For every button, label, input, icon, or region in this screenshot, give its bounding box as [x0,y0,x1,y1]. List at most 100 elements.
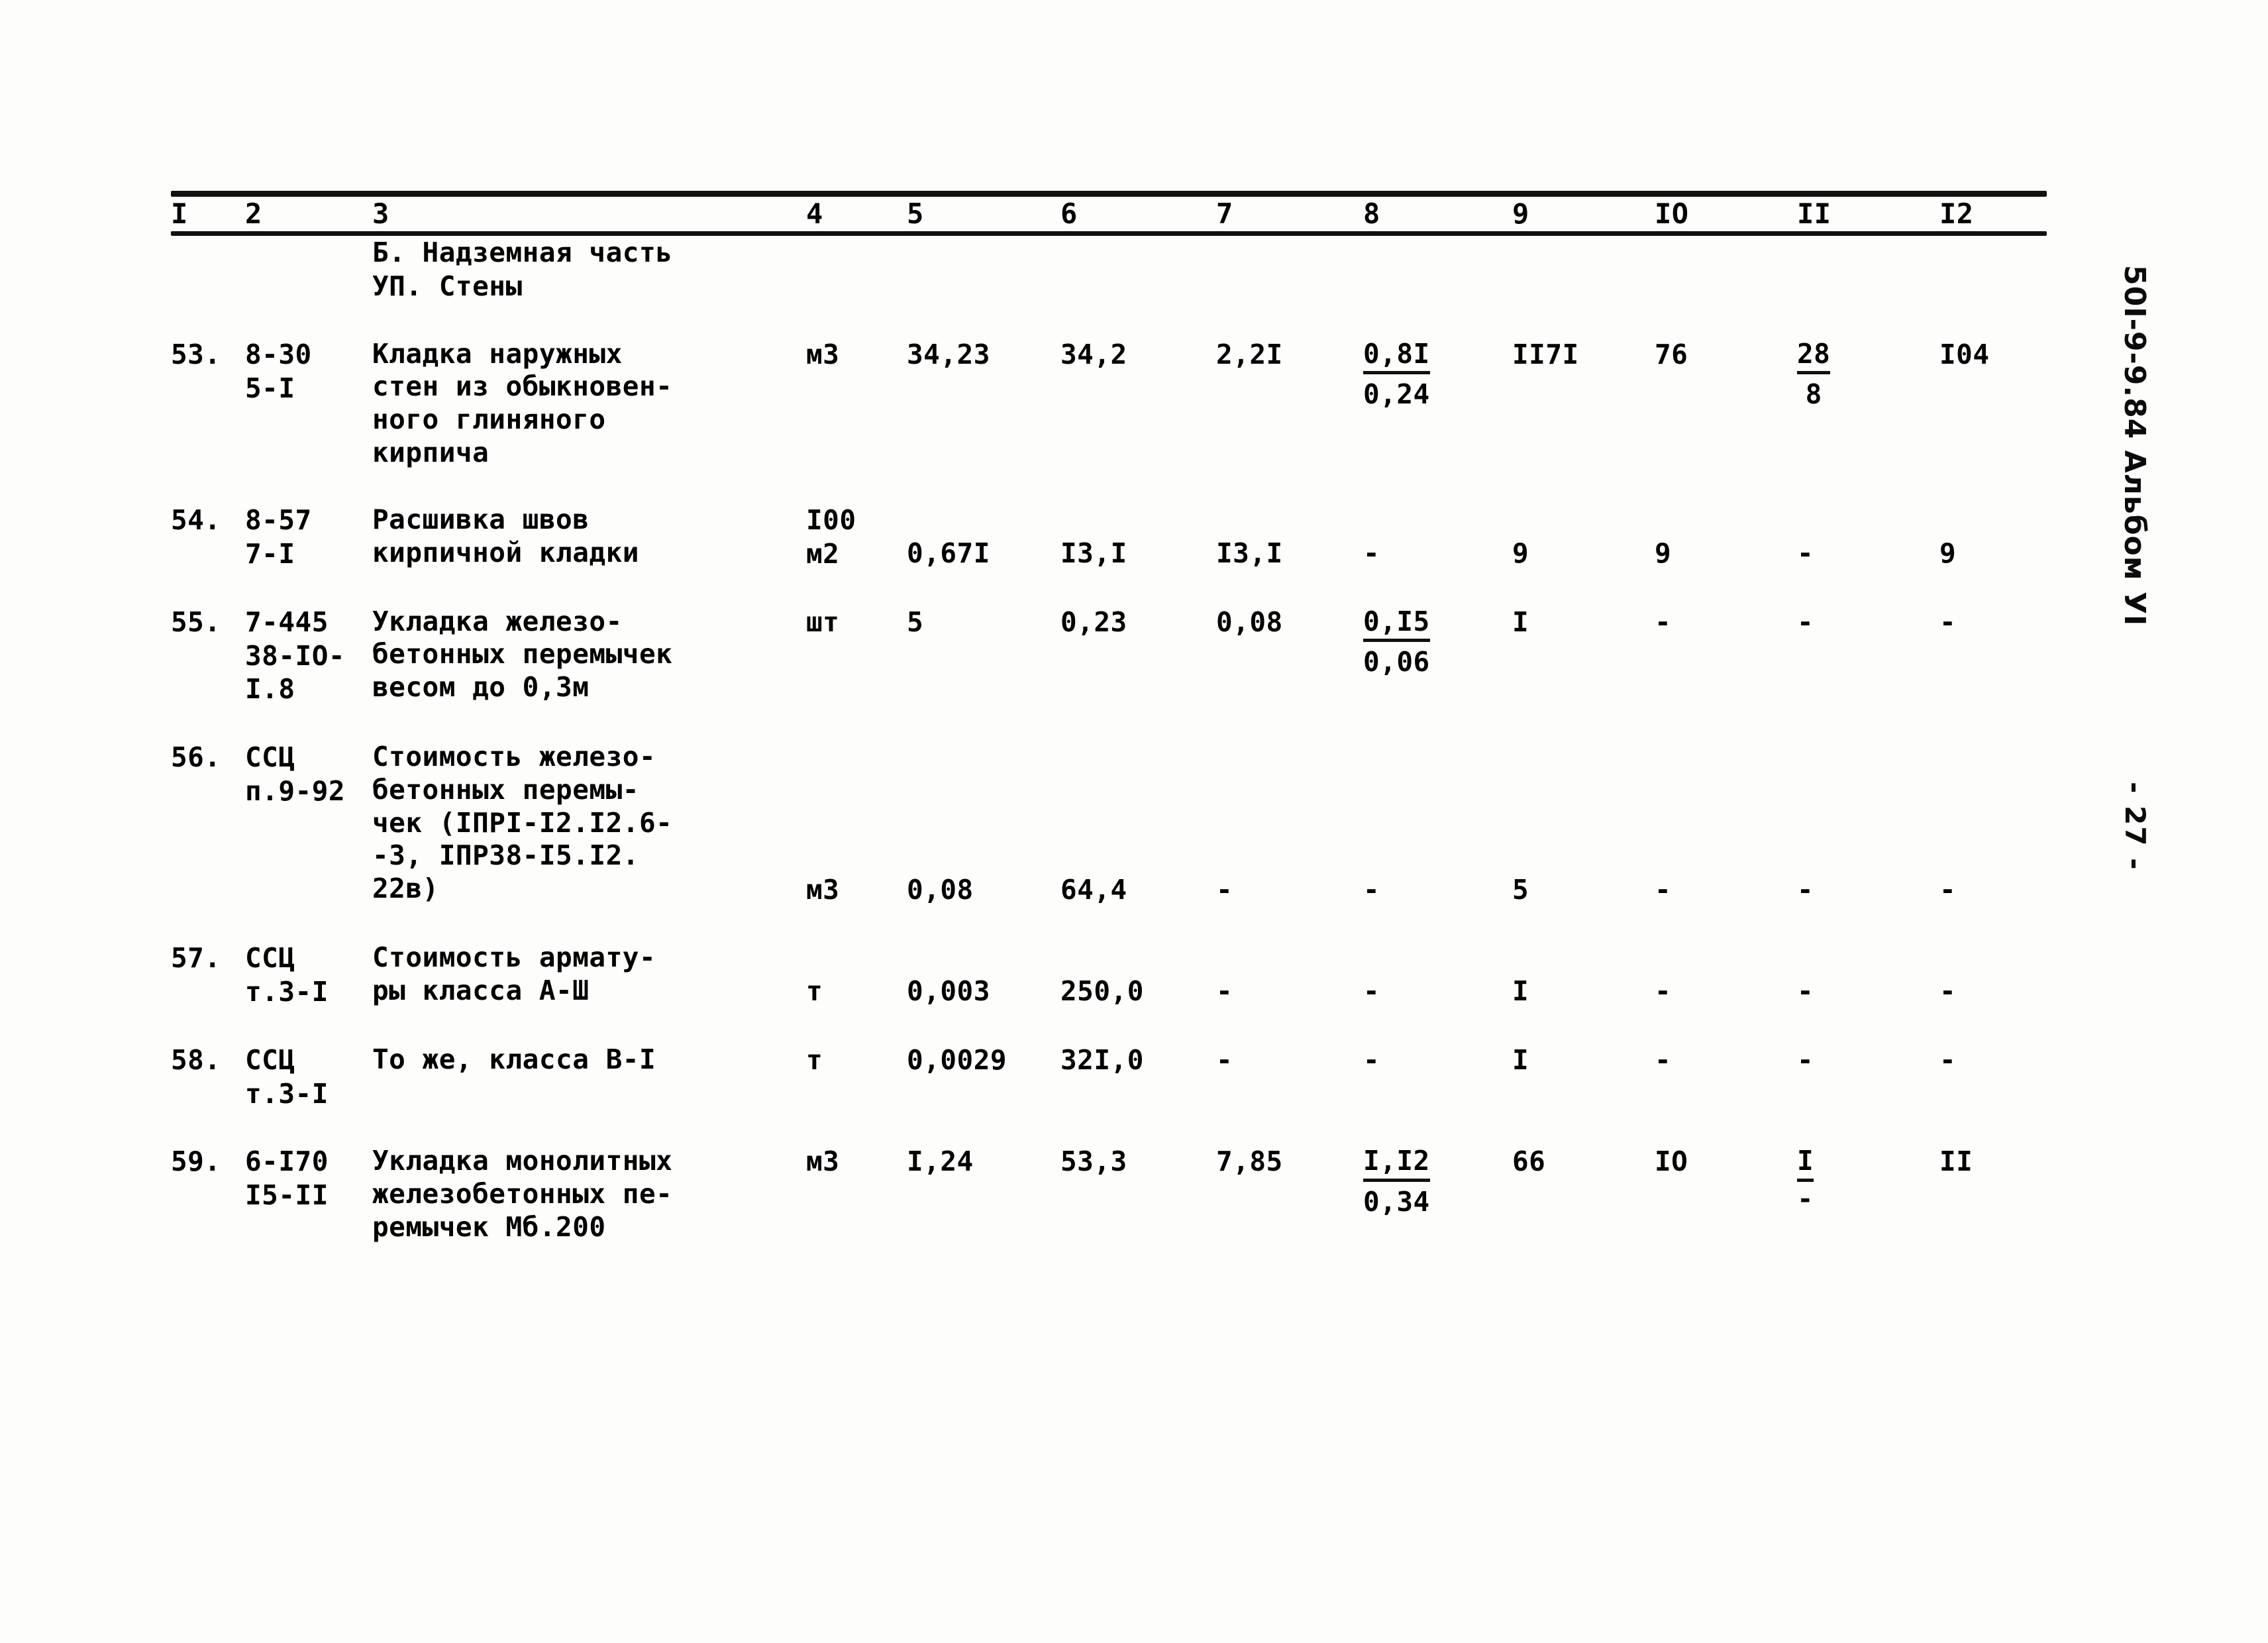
spacer-row [171,1110,2047,1145]
row-col9: I [1512,941,1655,1009]
fraction-numerator: 28 [1797,338,1831,374]
row-col6: 32I,0 [1060,1043,1144,1076]
row-code-line: 8-30 [245,338,312,370]
row-code-line: 8-57 [245,504,312,537]
row-col9: I [1512,1043,1529,1076]
desc-line: кирпичной кладки [372,536,639,568]
row-number: 56. [171,741,221,774]
row-col10: - [1655,606,1672,638]
row-code: ССЦ т.3-I [245,1043,372,1111]
row-col5: 34,23 [907,338,990,370]
section-title-nadzemnaya: Б. Надземная часть [372,237,673,269]
row-code: ССЦ т.3-I [245,941,372,1009]
row-code-line: I.8 [245,673,295,706]
column-header-7: 7 [1216,197,1233,230]
fraction-numerator: I,I2 [1363,1145,1430,1182]
fraction-denominator: 0,06 [1363,646,1430,678]
row-col8: 0,8I 0,24 [1363,338,1512,469]
desc-line: Расшивка швов [372,504,590,536]
row-col11: I - [1797,1145,1939,1244]
fraction-denominator: - [1797,1183,1814,1214]
row-col9: I [1512,606,1529,638]
row-col12-value: 9 [1939,537,1957,570]
row-code-line: п.9-92 [245,775,346,808]
spacer-row [171,571,2047,606]
row-col6: I3,I [1060,504,1216,571]
section-title-steny: УП. Стены [372,270,523,302]
table-row[interactable]: 58. ССЦ т.3-I То же, класса В-I т 0,0029… [171,1043,2047,1111]
row-unit: т [806,1043,823,1076]
row-col6: 34,2 [1060,338,1127,370]
row-description: Стоимость армату- ры класса А-Ш [372,941,806,1009]
row-col11-value: - [1797,537,1814,570]
desc-line: стен из обыкновен- [372,370,673,403]
row-col7: - [1216,741,1363,907]
row-col11: - [1797,741,1939,907]
row-col8: - [1363,1043,1380,1076]
row-unit-value: т [806,975,823,1008]
row-col10-value: 9 [1655,537,1672,570]
row-code-line: ССЦ [245,942,295,975]
row-unit: м3 [806,1145,840,1178]
table-row[interactable]: 57. ССЦ т.3-I Стоимость армату- ры класс… [171,941,2047,1009]
row-col12: II [1939,1145,1973,1178]
row-number: 57. [171,942,221,975]
row-col12-value: - [1939,975,1957,1008]
row-col11: - [1797,504,1939,571]
row-col12: - [1939,606,1957,638]
row-col8: - [1363,504,1512,571]
row-col5: I,24 [907,1145,974,1178]
desc-line: бетонных перемычек [372,638,673,670]
row-col11: - [1797,941,1939,1009]
fraction-denominator: 0,24 [1363,378,1430,410]
table-top-rule [171,191,2047,197]
row-col9-value: 9 [1512,537,1529,570]
row-col5-value: 0,003 [907,975,990,1008]
desc-line: Кладка наружных [372,337,623,370]
row-col7: I3,I [1216,504,1363,571]
row-col8: - [1363,941,1512,1009]
row-code-line: ССЦ [245,1043,295,1076]
row-col10-value: - [1655,874,1672,906]
row-col11: 28 8 [1797,338,1939,469]
row-code-line: 7-445 [245,606,329,638]
column-header-10: IO [1655,197,1689,230]
table-row[interactable]: 56. ССЦ п.9-92 Стоимость железо- бетонны… [171,741,2047,907]
table-row[interactable]: 54. 8-57 7-I Расшивка швов кирпичной кла… [171,504,2047,571]
row-col5: 0,67I [907,504,1060,571]
row-code-line: 38-IO- [245,639,346,672]
row-unit: м3 [806,338,840,370]
desc-line: Стоимость железо- [372,741,656,773]
desc-line: -3, IПР38-I5.I2. [372,839,639,872]
row-col11: - [1797,606,1814,638]
row-number: 55. [171,606,221,638]
row-code: 6-I70 I5-II [245,1145,372,1244]
fraction-value: 0,8I 0,24 [1363,338,1430,411]
row-col7-value: - [1216,975,1233,1008]
column-header-12: I2 [1939,197,1974,230]
row-code: 8-57 7-I [245,504,372,571]
row-col12: - [1939,741,2047,907]
row-col6: 250,0 [1060,941,1216,1009]
row-col10: IO [1655,1145,1688,1178]
row-col6-value: 64,4 [1060,874,1127,906]
row-description: Кладка наружных стен из обыкновен- ного … [372,338,806,469]
row-col10: 76 [1655,338,1688,370]
row-description: Стоимость железо- бетонных перемы- чек (… [372,741,806,907]
row-col7: 2,2I [1216,338,1283,370]
desc-line: кирпича [372,436,490,468]
row-col10: - [1655,941,1797,1009]
column-header-9: 9 [1512,197,1529,230]
table-row[interactable]: 53. 8-30 5-I Кладка наружных стен из обы… [171,338,2047,469]
table-row[interactable]: 59. 6-I70 I5-II Укладка монолитных желез… [171,1145,2047,1244]
column-header-1: I [171,197,188,230]
table-row[interactable]: 55. 7-445 38-IO- I.8 Укладка железо- бет… [171,606,2047,706]
row-col6: 0,23 [1060,606,1127,638]
row-col9: 66 [1512,1145,1546,1178]
desc-line: 22в) [372,872,439,904]
desc-line: бетонных перемы- [372,773,639,806]
row-col8-value: - [1363,975,1380,1008]
row-code-line: т.3-I [245,975,329,1008]
row-col10: 9 [1655,504,1797,571]
desc-line: железобетонных пе- [372,1178,673,1210]
